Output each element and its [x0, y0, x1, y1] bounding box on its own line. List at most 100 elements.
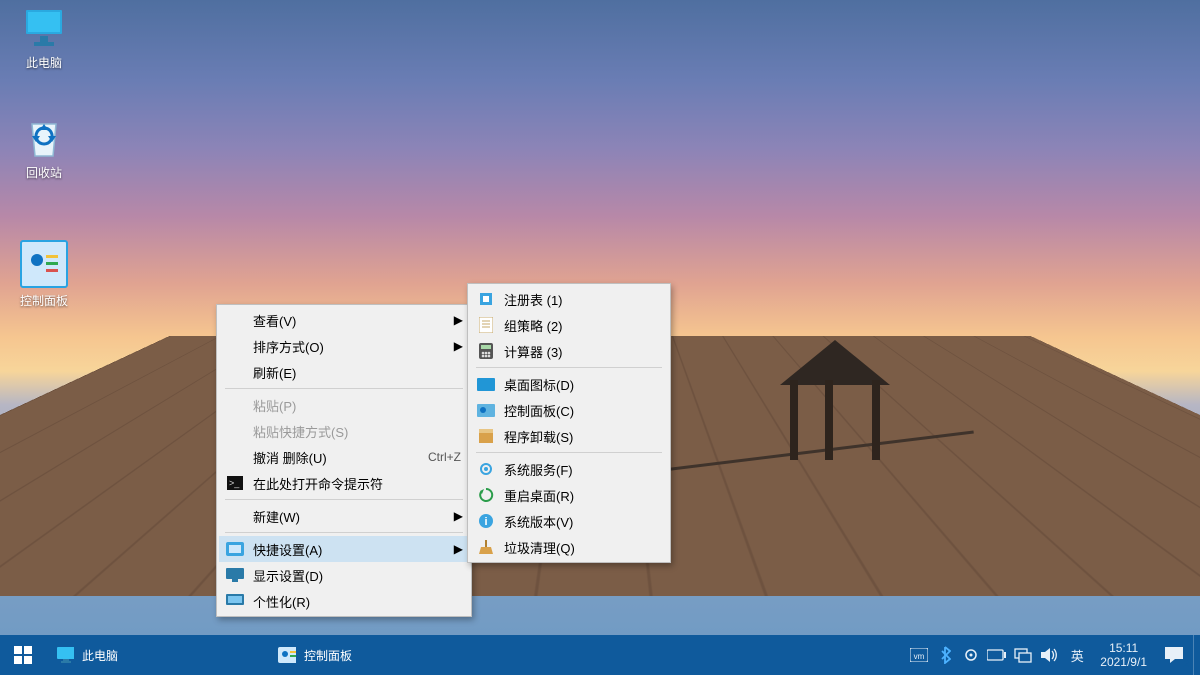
menu-item-refresh[interactable]: 刷新(E)	[219, 359, 469, 385]
chevron-right-icon: ▶	[454, 509, 463, 523]
menu-item-sort[interactable]: 排序方式(O) ▶	[219, 333, 469, 359]
taskbar-item-control-panel[interactable]: 控制面板	[268, 635, 362, 675]
svg-text:>_: >_	[229, 478, 240, 488]
desktop-icon-recycle-bin[interactable]: 回收站	[6, 116, 82, 181]
personalize-icon	[225, 591, 245, 611]
menu-item-label: 粘贴快捷方式(S)	[253, 422, 461, 441]
submenu-item-control-panel[interactable]: 控制面板(C)	[470, 397, 668, 423]
submenu-item-calc[interactable]: 计算器 (3)	[470, 338, 668, 364]
menu-item-label: 快捷设置(A)	[253, 540, 461, 559]
system-tray: vm 英 15:11 2021/9/1 2	[906, 635, 1200, 675]
display-icon	[225, 565, 245, 585]
submenu-item-cleanup[interactable]: 垃圾清理(Q)	[470, 534, 668, 560]
submenu-item-desktop-icons[interactable]: 桌面图标(D)	[470, 371, 668, 397]
menu-item-display-settings[interactable]: 显示设置(D)	[219, 562, 469, 588]
tray-vm-icon[interactable]: vm	[906, 635, 932, 675]
menu-item-undo-delete[interactable]: 撤消 删除(U) Ctrl+Z	[219, 444, 469, 470]
desktop-icon-this-pc[interactable]: 此电脑	[6, 6, 82, 71]
calculator-icon	[476, 341, 496, 361]
menu-item-label: 查看(V)	[253, 311, 461, 330]
submenu-item-restart-explorer[interactable]: 重启桌面(R)	[470, 482, 668, 508]
menu-item-label: 注册表 (1)	[504, 290, 660, 309]
registry-icon	[476, 289, 496, 309]
tray-network-icon[interactable]	[1010, 635, 1036, 675]
control-panel-icon	[476, 400, 496, 420]
start-button[interactable]	[0, 635, 46, 675]
menu-item-label: 计算器 (3)	[504, 342, 660, 361]
recycle-bin-icon	[22, 116, 66, 160]
windows-icon	[14, 646, 32, 664]
ime-label: 英	[1071, 646, 1084, 665]
monitor-icon	[56, 646, 74, 664]
menu-item-label: 垃圾清理(Q)	[504, 538, 660, 557]
menu-item-label: 新建(W)	[253, 507, 461, 526]
desktop-icon-label: 控制面板	[6, 292, 82, 309]
terminal-icon: >_	[225, 473, 245, 493]
monitor-icon	[22, 6, 66, 50]
submenu-item-gpedit[interactable]: 组策略 (2)	[470, 312, 668, 338]
menu-separator	[476, 452, 662, 453]
menu-item-view[interactable]: 查看(V) ▶	[219, 307, 469, 333]
menu-item-personalize[interactable]: 个性化(R)	[219, 588, 469, 614]
blank-icon	[225, 336, 245, 356]
chevron-right-icon: ▶	[454, 542, 463, 556]
info-icon: i	[476, 511, 496, 531]
tray-ime-indicator[interactable]: 英	[1062, 635, 1092, 675]
menu-item-label: 在此处打开命令提示符	[253, 474, 461, 493]
settings-icon	[225, 539, 245, 559]
submenu-item-services[interactable]: 系统服务(F)	[470, 456, 668, 482]
clock-time: 15:11	[1109, 641, 1138, 655]
taskbar-item-label: 此电脑	[82, 647, 118, 664]
taskbar-item-this-pc[interactable]: 此电脑	[46, 635, 128, 675]
menu-item-label: 系统版本(V)	[504, 512, 660, 531]
gear-icon	[476, 459, 496, 479]
blank-icon	[225, 447, 245, 467]
tray-clock[interactable]: 15:11 2021/9/1	[1092, 635, 1155, 675]
show-desktop-button[interactable]	[1193, 635, 1200, 675]
blank-icon	[225, 506, 245, 526]
refresh-icon	[476, 485, 496, 505]
box-icon	[476, 426, 496, 446]
menu-separator	[225, 499, 463, 500]
blank-icon	[225, 395, 245, 415]
menu-item-label: 桌面图标(D)	[504, 375, 660, 394]
chevron-right-icon: ▶	[454, 339, 463, 353]
submenu-item-regedit[interactable]: 注册表 (1)	[470, 286, 668, 312]
tray-location-icon[interactable]	[958, 635, 984, 675]
menu-item-new[interactable]: 新建(W) ▶	[219, 503, 469, 529]
desktop-icon-control-panel[interactable]: 控制面板	[6, 240, 82, 309]
desktop-context-menu: 查看(V) ▶ 排序方式(O) ▶ 刷新(E) 粘贴(P) 粘贴快捷方式(S) …	[216, 304, 472, 617]
tray-volume-icon[interactable]	[1036, 635, 1062, 675]
menu-item-label: 个性化(R)	[253, 592, 461, 611]
svg-text:i: i	[484, 516, 487, 528]
menu-item-label: 粘贴(P)	[253, 396, 461, 415]
menu-separator	[225, 388, 463, 389]
desktop-icon-label: 回收站	[6, 164, 82, 181]
submenu-item-winver[interactable]: i 系统版本(V)	[470, 508, 668, 534]
menu-item-label: 重启桌面(R)	[504, 486, 660, 505]
menu-item-label: 撤消 删除(U)	[253, 448, 428, 467]
taskbar: 此电脑 控制面板 vm 英 15:11 2021/9/1 2	[0, 635, 1200, 675]
tray-action-center[interactable]: 2	[1155, 635, 1193, 675]
desktop-icon-label: 此电脑	[6, 54, 82, 71]
clock-date: 2021/9/1	[1100, 655, 1147, 669]
desktop-icon	[476, 374, 496, 394]
document-icon	[476, 315, 496, 335]
desktop[interactable]: 此电脑 回收站 控制面板 查看(V) ▶ 排序方式(O) ▶ 刷新(E)	[0, 0, 1200, 675]
tray-bluetooth-icon[interactable]	[932, 635, 958, 675]
menu-item-paste: 粘贴(P)	[219, 392, 469, 418]
menu-item-label: 程序卸载(S)	[504, 427, 660, 446]
menu-item-quick-settings[interactable]: 快捷设置(A) ▶	[219, 536, 469, 562]
blank-icon	[225, 421, 245, 441]
menu-separator	[476, 367, 662, 368]
submenu-item-uninstall[interactable]: 程序卸载(S)	[470, 423, 668, 449]
menu-item-label: 组策略 (2)	[504, 316, 660, 335]
tray-battery-icon[interactable]	[984, 635, 1010, 675]
menu-item-open-cmd[interactable]: >_ 在此处打开命令提示符	[219, 470, 469, 496]
blank-icon	[225, 310, 245, 330]
taskbar-item-label: 控制面板	[304, 647, 352, 664]
menu-item-label: 控制面板(C)	[504, 401, 660, 420]
svg-text:vm: vm	[914, 652, 925, 661]
menu-item-label: 显示设置(D)	[253, 566, 461, 585]
menu-separator	[225, 532, 463, 533]
